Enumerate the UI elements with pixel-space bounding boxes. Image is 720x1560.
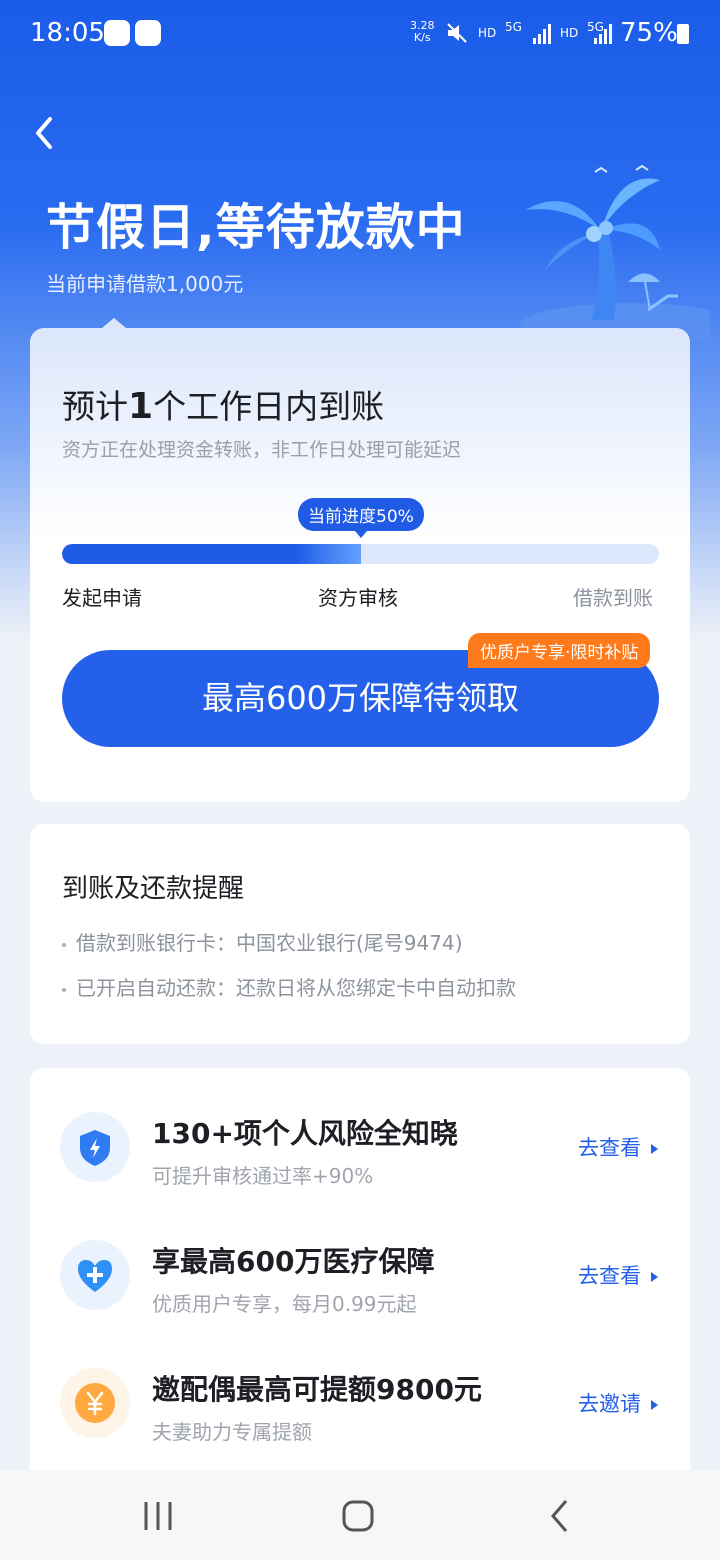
- signal-icon: [533, 22, 553, 44]
- auto-repay-line: 已开启自动还款：还款日将从您绑定卡中自动扣款: [62, 972, 516, 1001]
- palm-tree-illustration: [520, 164, 710, 340]
- progress-card: 预计1个工作日内到账 资方正在处理资金转账，非工作日处理可能延迟 当前进度50%…: [30, 318, 690, 802]
- hd-label-2: HD: [560, 26, 579, 40]
- service-medical-insurance[interactable]: 享最高600万医疗保障 优质用户专享，每月0.99元起 去查看: [30, 1228, 690, 1338]
- heart-plus-icon: [60, 1240, 130, 1310]
- signal-icon-2: [594, 22, 614, 44]
- service-subtitle: 优质用户专享，每月0.99元起: [152, 1292, 417, 1316]
- services-card: 130+项个人风险全知晓 可提升审核通过率+90% 去查看 享最高600万医疗保…: [30, 1068, 690, 1488]
- play-arrow-icon: [651, 1144, 658, 1154]
- loan-amount-subtitle: 当前申请借款1,000元: [46, 272, 244, 296]
- arrival-estimate: 预计1个工作日内到账: [62, 386, 385, 427]
- service-subtitle: 可提升审核通过率+90%: [152, 1164, 374, 1188]
- bullet-dot: [62, 987, 66, 992]
- card-pointer: [102, 318, 126, 328]
- network-type-label: 5G: [505, 20, 522, 34]
- service-title: 130+项个人风险全知晓: [152, 1117, 458, 1150]
- step-review: 资方审核: [318, 586, 398, 610]
- progress-track: [62, 544, 659, 564]
- back-arrow-icon[interactable]: [30, 115, 60, 151]
- mute-icon: [447, 23, 467, 43]
- view-link[interactable]: 去查看: [578, 1260, 658, 1290]
- arrival-note: 资方正在处理资金转账，非工作日处理可能延迟: [62, 439, 462, 461]
- battery-icon: [677, 24, 689, 44]
- recent-apps-icon[interactable]: [140, 1500, 176, 1532]
- promo-tag: 优质户专享·限时补贴: [468, 633, 651, 668]
- network-speed: 3.28 K/s: [410, 19, 435, 44]
- service-title: 邀配偶最高可提额9800元: [152, 1373, 482, 1406]
- play-arrow-icon: [651, 1400, 658, 1410]
- yen-coin-icon: [60, 1368, 130, 1438]
- system-back-icon[interactable]: [546, 1498, 574, 1534]
- battery-percent: 75%: [620, 18, 678, 48]
- service-spouse-invite[interactable]: 邀配偶最高可提额9800元 夫妻助力专属提额 去邀请: [30, 1356, 690, 1466]
- app-notification-icon: [135, 20, 161, 46]
- bank-card-line: 借款到账银行卡：中国农业银行(尾号9474): [62, 927, 463, 956]
- play-arrow-icon: [651, 1272, 658, 1282]
- page-title: 节假日,等待放款中: [46, 199, 466, 256]
- status-bar: 18:05 3.28 K/s HD 5G HD 5G 75%: [0, 0, 720, 70]
- reminder-card: 到账及还款提醒 借款到账银行卡：中国农业银行(尾号9474) 已开启自动还款：还…: [30, 824, 690, 1044]
- hd-label: HD: [478, 26, 497, 40]
- shield-bolt-icon: [60, 1112, 130, 1182]
- step-apply: 发起申请: [62, 586, 142, 610]
- reminder-title: 到账及还款提醒: [62, 874, 245, 904]
- service-subtitle: 夫妻助力专属提额: [152, 1420, 312, 1444]
- home-icon[interactable]: [340, 1498, 376, 1534]
- invite-link[interactable]: 去邀请: [578, 1388, 658, 1418]
- view-link[interactable]: 去查看: [578, 1132, 658, 1162]
- service-risk-report[interactable]: 130+项个人风险全知晓 可提升审核通过率+90% 去查看: [30, 1100, 690, 1210]
- bullet-dot: [62, 942, 66, 947]
- step-disbursed: 借款到账: [573, 586, 653, 610]
- message-icon: [104, 20, 130, 46]
- clock: 18:05: [30, 18, 105, 48]
- progress-fill: [62, 544, 361, 564]
- system-navigation-bar: [0, 1470, 720, 1560]
- progress-badge: 当前进度50%: [298, 498, 424, 538]
- service-title: 享最高600万医疗保障: [152, 1245, 435, 1278]
